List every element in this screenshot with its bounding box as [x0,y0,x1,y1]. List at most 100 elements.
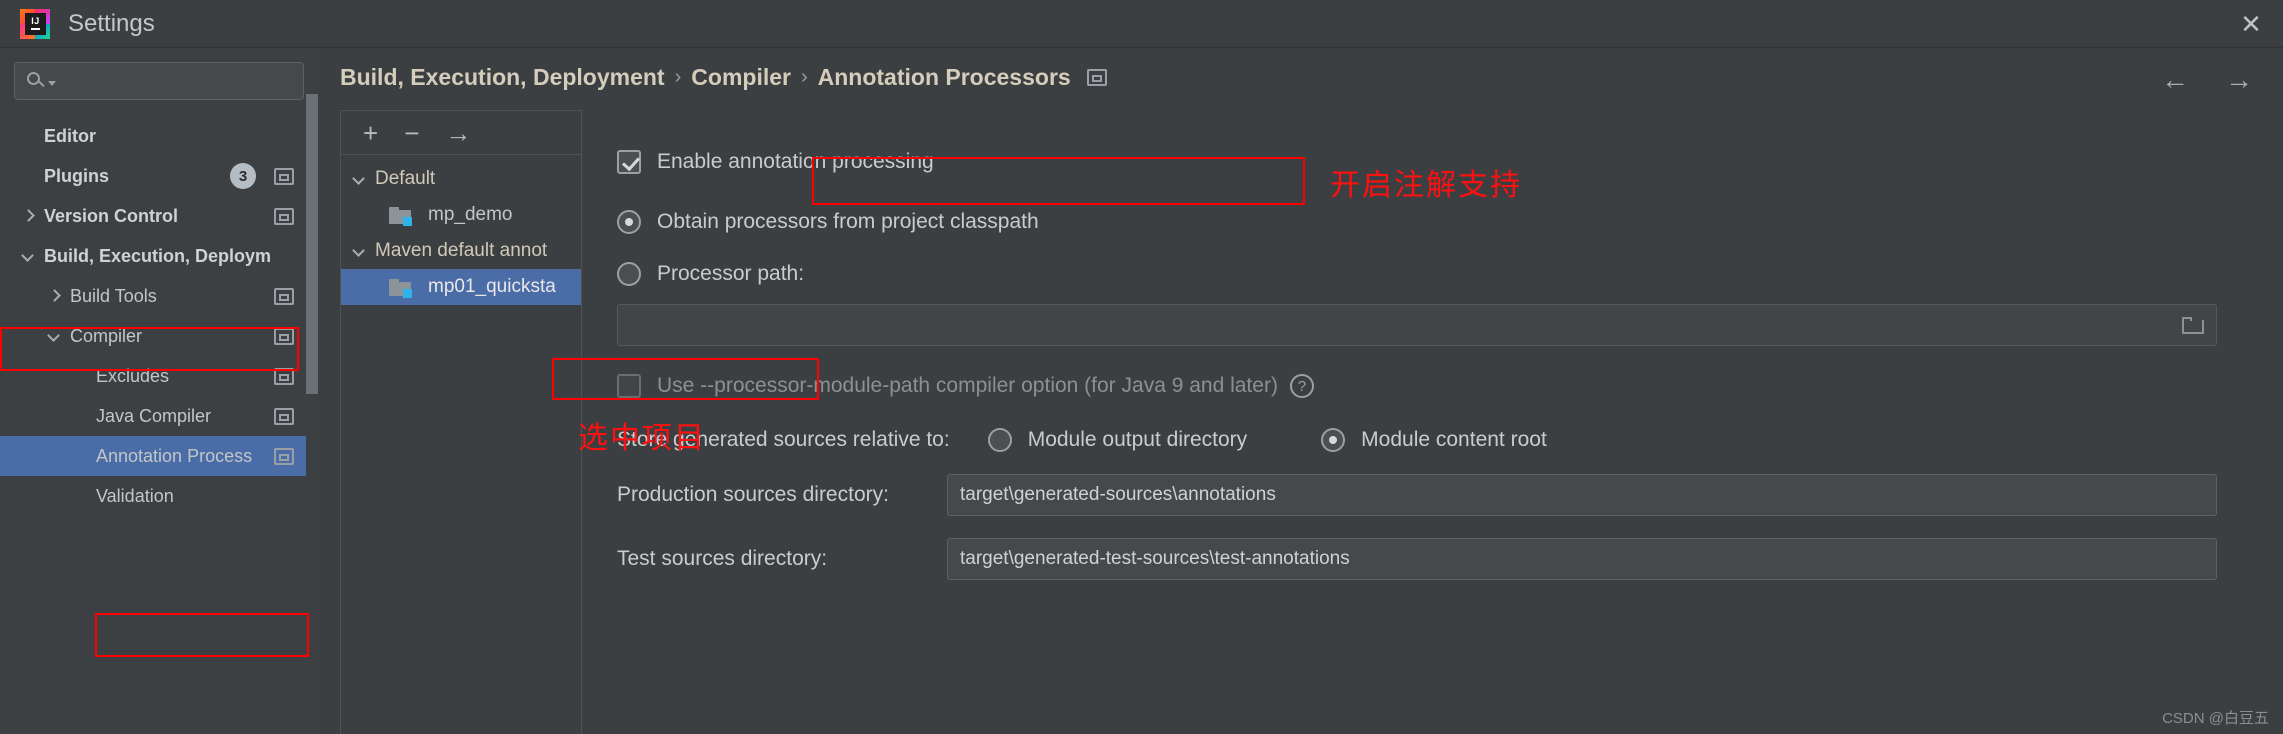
sidebar-item-label: Compiler [70,325,143,346]
processor-module-path-label: Use --processor-module-path compiler opt… [657,374,1278,397]
settings-window: IJ Settings ✕ Editor Plugins 3 Version Cont… [0,0,2283,734]
chevron-right-icon[interactable] [46,288,62,304]
back-arrow-icon[interactable]: ← [2161,66,2189,94]
processor-module-path-row[interactable]: Use --processor-module-path compiler opt… [603,364,2263,408]
search-box[interactable] [14,62,304,100]
intellij-logo-icon: IJ [20,8,50,39]
window-restore-icon[interactable] [274,287,294,305]
remove-profile-button[interactable]: − [404,120,419,146]
module-tree-label: mp01_quicksta [428,276,556,297]
test-sources-value: target\generated-test-sources\test-annot… [960,548,1350,569]
production-sources-label: Production sources directory: [617,483,889,506]
search-icon [27,72,45,90]
window-title: Settings [68,9,155,37]
breadcrumb-item[interactable]: Annotation Processors [818,64,1071,91]
module-output-directory-radio[interactable] [987,428,1012,452]
title-bar: IJ Settings ✕ [0,0,2283,48]
processor-path-label: Processor path: [657,262,805,285]
test-sources-field[interactable]: target\generated-test-sources\test-annot… [947,538,2217,580]
chevron-down-icon[interactable] [46,328,62,344]
annotation-processors-settings: Enable annotation processing Obtain proc… [603,140,2263,580]
chevron-down-icon[interactable] [20,248,36,264]
sidebar-item-plugins[interactable]: Plugins 3 [0,156,318,196]
window-restore-icon[interactable] [274,447,294,465]
processor-path-field-wrap [603,304,2263,346]
module-panel: + − → Default mp_demo Maven default annot m… [340,110,582,734]
store-generated-sources-row: Store generated sources relative to: Mod… [603,428,2263,452]
module-folder-icon [389,278,412,298]
processor-path-field[interactable] [617,304,2217,346]
help-icon[interactable]: ? [1289,374,1314,398]
processor-module-path-checkbox[interactable] [617,374,641,398]
breadcrumb-item[interactable]: Compiler [691,64,791,91]
test-sources-row: Test sources directory: target\generated… [603,538,2263,580]
breadcrumb-item[interactable]: Build, Execution, Deployment [340,64,665,91]
module-folder-icon [389,206,412,226]
test-sources-label: Test sources directory: [617,547,828,570]
module-tree-label: Default [375,168,436,189]
sidebar-scrollbar-thumb[interactable] [306,94,318,394]
navigation-arrows: ← → [2161,66,2253,94]
sidebar-item-build-tools[interactable]: Build Tools [0,276,318,316]
module-tree: Default mp_demo Maven default annot mp01_qu… [341,155,581,305]
sidebar-scrollbar-track[interactable] [306,48,318,734]
window-restore-icon[interactable] [274,367,294,385]
chevron-down-icon[interactable] [48,81,56,86]
sidebar-item-build-execution-deploym[interactable]: Build, Execution, Deploym [0,236,318,276]
module-content-root-label: Module content root [1361,428,1547,451]
spacer-icon [72,368,88,384]
add-profile-button[interactable]: + [363,120,378,146]
obtain-from-classpath-label: Obtain processors from project classpath [657,210,1039,233]
sidebar-item-badge: 3 [230,163,256,189]
sidebar-tree: Editor Plugins 3 Version Control Build, Exec… [0,116,318,516]
annotation-note-select-project: 选中项目 [578,422,706,455]
forward-arrow-icon[interactable]: → [2225,66,2253,94]
sidebar-item-version-control[interactable]: Version Control [0,196,318,236]
sidebar-item-label: Excludes [96,365,170,386]
module-content-root-option[interactable]: Module content root [1321,428,1547,452]
module-content-root-radio[interactable] [1321,428,1346,452]
processor-path-row[interactable]: Processor path: [603,248,2263,300]
module-tree-item[interactable]: mp01_quicksta [341,269,581,305]
window-restore-icon[interactable] [274,167,294,185]
sidebar-item-editor[interactable]: Editor [0,116,318,156]
module-tree-group[interactable]: Maven default annot [341,233,581,269]
window-restore-icon[interactable] [274,327,294,345]
close-icon[interactable]: ✕ [2219,0,2283,48]
enable-annotation-processing-checkbox[interactable] [617,150,641,174]
folder-browse-icon[interactable] [2182,316,2204,334]
sidebar-item-label: Build Tools [70,285,157,306]
module-output-directory-label: Module output directory [1027,428,1248,451]
sidebar-item-compiler[interactable]: Compiler [0,316,318,356]
spacer-icon [20,168,36,184]
obtain-from-classpath-radio[interactable] [617,210,641,234]
production-sources-row: Production sources directory: target\gen… [603,474,2263,516]
module-tree-group[interactable]: Default [341,161,581,197]
module-tree-label: Maven default annot [375,240,548,261]
sidebar-item-excludes[interactable]: Excludes [0,356,318,396]
breadcrumb-separator: › [800,66,808,88]
chevron-down-icon[interactable] [351,243,367,259]
sidebar-item-java-compiler[interactable]: Java Compiler [0,396,318,436]
module-tree-item[interactable]: mp_demo [341,197,581,233]
sidebar-item-label: Java Compiler [96,405,212,426]
sidebar-item-label: Editor [44,125,96,146]
chevron-down-icon[interactable] [351,171,367,187]
module-toolbar: + − → [341,111,581,155]
content-area: Build, Execution, Deployment › Compiler › An… [318,48,2283,734]
window-restore-icon[interactable] [274,207,294,225]
move-to-profile-button[interactable]: → [445,120,471,146]
processor-path-radio[interactable] [617,262,641,286]
sidebar-item-validation[interactable]: Validation [0,476,318,516]
module-tree-label: mp_demo [428,204,513,225]
sidebar-item-label: Build, Execution, Deploym [44,245,272,266]
production-sources-field[interactable]: target\generated-sources\annotations [947,474,2217,516]
chevron-right-icon[interactable] [20,208,36,224]
breadcrumb-separator: › [674,66,682,88]
window-restore-icon[interactable] [274,407,294,425]
module-output-dir-option[interactable]: Module output directory [987,428,1248,452]
window-restore-icon[interactable] [1086,69,1107,86]
search-input[interactable] [56,72,303,90]
spacer-icon [20,128,36,144]
sidebar-item-annotation-process[interactable]: Annotation Process [0,436,318,476]
